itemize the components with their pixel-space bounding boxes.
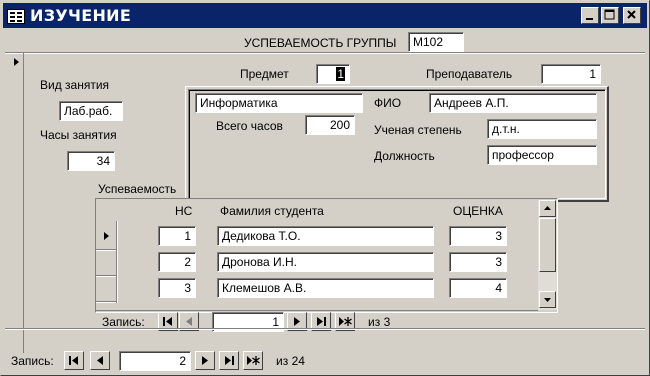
first-record-icon bbox=[69, 356, 78, 365]
record-selector[interactable] bbox=[9, 53, 24, 353]
maximize-button[interactable] bbox=[601, 7, 619, 24]
close-button[interactable] bbox=[623, 7, 641, 24]
teacher-field[interactable]: 1 bbox=[541, 64, 601, 84]
position-field[interactable]: профессор bbox=[487, 145, 597, 165]
footer-divider bbox=[5, 328, 645, 330]
subform-record-total: 3 bbox=[383, 315, 391, 329]
teacher-label: Преподаватель bbox=[426, 67, 513, 81]
current-row-icon bbox=[104, 232, 109, 240]
subform-of-label: из 3 bbox=[368, 315, 391, 329]
scroll-up-button[interactable] bbox=[539, 200, 556, 217]
close-icon bbox=[627, 10, 636, 19]
subject-name-field[interactable]: Информатика bbox=[195, 93, 363, 113]
degree-label: Ученая степень bbox=[374, 123, 462, 137]
fio-label: ФИО bbox=[374, 96, 402, 110]
group-field[interactable]: M102 bbox=[408, 32, 464, 52]
column-header-grade: ОЦЕНКА bbox=[453, 204, 503, 218]
new-record-button[interactable] bbox=[243, 351, 263, 370]
next-record-button[interactable] bbox=[195, 351, 215, 370]
total-hours-label: Всего часов bbox=[216, 119, 283, 133]
main-record-total: 24 bbox=[291, 354, 305, 368]
row-selector-divider bbox=[116, 221, 118, 303]
fio-field[interactable]: Андреев А.П. bbox=[429, 93, 597, 113]
prev-record-icon bbox=[97, 356, 103, 365]
scroll-down-icon bbox=[544, 298, 551, 302]
column-header-ns: НС bbox=[175, 204, 193, 218]
subform-record-label: Запись: bbox=[102, 315, 145, 329]
last-record-button[interactable] bbox=[219, 351, 239, 370]
position-label: Должность bbox=[374, 149, 435, 163]
form-window: ИЗУЧЕНИЕ УСПЕВАЕМОСТЬ ГРУППЫ M102 Вид за… bbox=[0, 0, 650, 376]
hours-field[interactable]: 34 bbox=[67, 151, 115, 171]
first-record-button[interactable] bbox=[64, 351, 84, 370]
student-name-cell[interactable]: Дронова И.Н. bbox=[217, 252, 434, 272]
maximize-icon bbox=[604, 9, 615, 20]
form-body: УСПЕВАЕМОСТЬ ГРУППЫ M102 Вид занятия Лаб… bbox=[5, 30, 647, 373]
column-header-student: Фамилия студента bbox=[220, 204, 324, 218]
minimize-icon bbox=[586, 18, 593, 20]
degree-field[interactable]: д.т.н. bbox=[487, 119, 597, 139]
scroll-up-icon bbox=[544, 206, 551, 210]
scroll-thumb[interactable] bbox=[539, 218, 556, 272]
subject-label: Предмет bbox=[240, 67, 289, 81]
student-name-cell[interactable]: Клемешов А.В. bbox=[217, 278, 434, 298]
hours-label: Часы занятия bbox=[40, 128, 117, 142]
ns-cell[interactable]: 1 bbox=[158, 226, 196, 246]
activity-type-label: Вид занятия bbox=[40, 78, 110, 92]
ns-cell[interactable]: 2 bbox=[158, 252, 196, 272]
student-name-cell[interactable]: Дедикова Т.О. bbox=[217, 226, 434, 246]
new-record-icon bbox=[247, 356, 260, 365]
main-record-number[interactable]: 2 bbox=[119, 351, 191, 371]
progress-subform: НС Фамилия студента ОЦЕНКА 1 Дедикова Т.… bbox=[95, 198, 558, 313]
next-record-icon bbox=[202, 356, 208, 365]
group-header-label: УСПЕВАЕМОСТЬ ГРУППЫ bbox=[244, 36, 397, 50]
subject-value: 1 bbox=[336, 67, 345, 81]
main-record-label: Запись: bbox=[11, 354, 54, 368]
main-of-label: из 24 bbox=[276, 354, 305, 368]
prev-record-button[interactable] bbox=[90, 351, 110, 370]
minimize-button[interactable] bbox=[581, 7, 599, 24]
ns-cell[interactable]: 3 bbox=[158, 278, 196, 298]
total-hours-field[interactable]: 200 bbox=[305, 115, 355, 135]
subject-field[interactable]: 1 bbox=[316, 64, 350, 84]
form-icon bbox=[7, 9, 25, 24]
subform-scrollbar[interactable] bbox=[538, 200, 557, 310]
scroll-down-button[interactable] bbox=[539, 291, 556, 308]
info-panel: Информатика Всего часов 200 ФИО Андреев … bbox=[188, 89, 606, 199]
last-record-icon bbox=[225, 356, 234, 365]
header-divider bbox=[5, 52, 645, 54]
progress-label: Успеваемость bbox=[98, 182, 177, 196]
grade-cell[interactable]: 4 bbox=[449, 278, 507, 298]
current-record-icon bbox=[14, 58, 19, 66]
title-bar[interactable]: ИЗУЧЕНИЕ bbox=[3, 3, 647, 28]
activity-type-field[interactable]: Лаб.раб. bbox=[59, 101, 123, 121]
window-title: ИЗУЧЕНИЕ bbox=[30, 6, 132, 25]
grade-cell[interactable]: 3 bbox=[449, 226, 507, 246]
grade-cell[interactable]: 3 bbox=[449, 252, 507, 272]
